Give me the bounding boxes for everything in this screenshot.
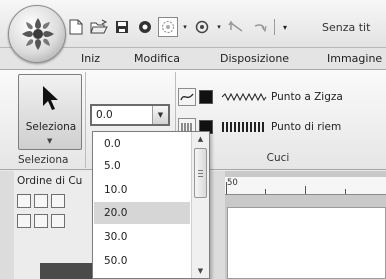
line-sew-type-label[interactable]: Punto a Zigza <box>271 91 343 103</box>
grip-line <box>198 176 203 177</box>
title-bar: ▾ ▾ ▾ Senza tit <box>0 0 386 63</box>
ruler-tick <box>345 189 346 194</box>
save-icon[interactable] <box>112 17 132 37</box>
quick-access-toolbar: ▾ ▾ ▾ <box>66 16 290 38</box>
new-document-icon[interactable] <box>66 17 86 37</box>
move-down-icon[interactable] <box>51 194 65 208</box>
dropdown-option[interactable]: 5.0 <box>94 155 190 177</box>
stitch-wheel-icon[interactable] <box>158 17 178 37</box>
dropdown-option[interactable]: 30.0 <box>94 226 190 248</box>
dropdown-option[interactable]: 50.0 <box>94 250 190 272</box>
move-up-icon[interactable] <box>34 194 48 208</box>
undo-icon[interactable] <box>226 17 246 37</box>
chevron-down-icon[interactable]: ▼ <box>152 106 168 124</box>
scroll-up-icon[interactable]: ▲ <box>192 132 209 146</box>
sewing-order-thumbnail[interactable] <box>40 263 100 279</box>
region-sew-type-label[interactable]: Punto di riem <box>271 121 341 133</box>
select-button-label: Seleziona <box>25 121 77 133</box>
document-title: Senza tit <box>322 21 371 34</box>
chevron-down-icon[interactable]: ▾ <box>215 17 223 37</box>
split-icon[interactable] <box>51 214 65 228</box>
tab-immagine[interactable]: Immagine <box>327 52 382 65</box>
dropdown-option[interactable]: 10.0 <box>94 179 190 201</box>
select-group-label: Seleziona <box>18 154 69 166</box>
zigzag-pattern-icon[interactable] <box>221 92 267 102</box>
redo-icon[interactable] <box>249 17 269 37</box>
tab-modifica[interactable]: Modifica <box>134 52 180 65</box>
line-sew-icon[interactable] <box>178 88 196 106</box>
horizontal-ruler: 50 <box>225 177 386 195</box>
record-icon[interactable] <box>135 17 155 37</box>
dropdown-option[interactable]: 0.0 <box>94 133 190 155</box>
design-page[interactable] <box>227 207 386 279</box>
design-canvas-area[interactable]: 50 <box>225 171 386 279</box>
fill-pattern-icon[interactable] <box>221 121 267 133</box>
line-color-swatch[interactable] <box>199 90 213 104</box>
app-logo-icon <box>22 18 54 50</box>
line-sew-row: Punto a Zigza <box>178 86 386 108</box>
scrollbar-thumb[interactable] <box>194 148 207 198</box>
sewing-order-panel: Ordine di Cu <box>14 171 100 279</box>
customize-qat-icon[interactable]: ▾ <box>280 17 290 37</box>
select-group: Seleziona ▼ Seleziona <box>16 72 86 168</box>
chevron-down-icon[interactable]: ▾ <box>181 17 189 37</box>
color-sort-icon[interactable] <box>34 214 48 228</box>
ruler-tick <box>265 189 266 194</box>
sewing-order-title: Ordine di Cu <box>17 175 83 187</box>
value-combobox-text[interactable]: 0.0 <box>96 109 113 121</box>
tab-disposizione[interactable]: Disposizione <box>220 52 289 65</box>
panel-toolbar-1 <box>17 193 65 209</box>
grip-line <box>198 173 203 174</box>
ruler-label: 50 <box>227 178 238 188</box>
panel-toolbar-2 <box>17 213 65 229</box>
ruler-tick <box>226 182 227 194</box>
open-folder-icon[interactable] <box>89 17 109 37</box>
chevron-down-icon: ▼ <box>47 137 53 145</box>
stitch-color-icon[interactable] <box>192 17 212 37</box>
merge-icon[interactable] <box>17 214 31 228</box>
dropdown-option-selected[interactable]: 20.0 <box>94 202 190 224</box>
tab-iniz[interactable]: Iniz <box>81 52 100 65</box>
ruler-tick <box>305 186 306 194</box>
application-menu-button[interactable] <box>8 5 66 63</box>
value-combobox[interactable]: 0.0 ▼ <box>90 104 170 126</box>
zoom-fit-icon[interactable] <box>17 194 31 208</box>
dropdown-scrollbar[interactable]: ▲ ▼ <box>191 132 209 278</box>
toolbar-separator <box>274 19 275 35</box>
grip-line <box>198 170 203 171</box>
select-button[interactable]: Seleziona ▼ <box>18 74 82 150</box>
value-dropdown-list: 0.0 5.0 10.0 20.0 30.0 50.0 ▲ ▼ <box>92 131 210 279</box>
scroll-down-icon[interactable]: ▼ <box>192 264 209 278</box>
arrow-pointer-icon <box>43 86 58 110</box>
